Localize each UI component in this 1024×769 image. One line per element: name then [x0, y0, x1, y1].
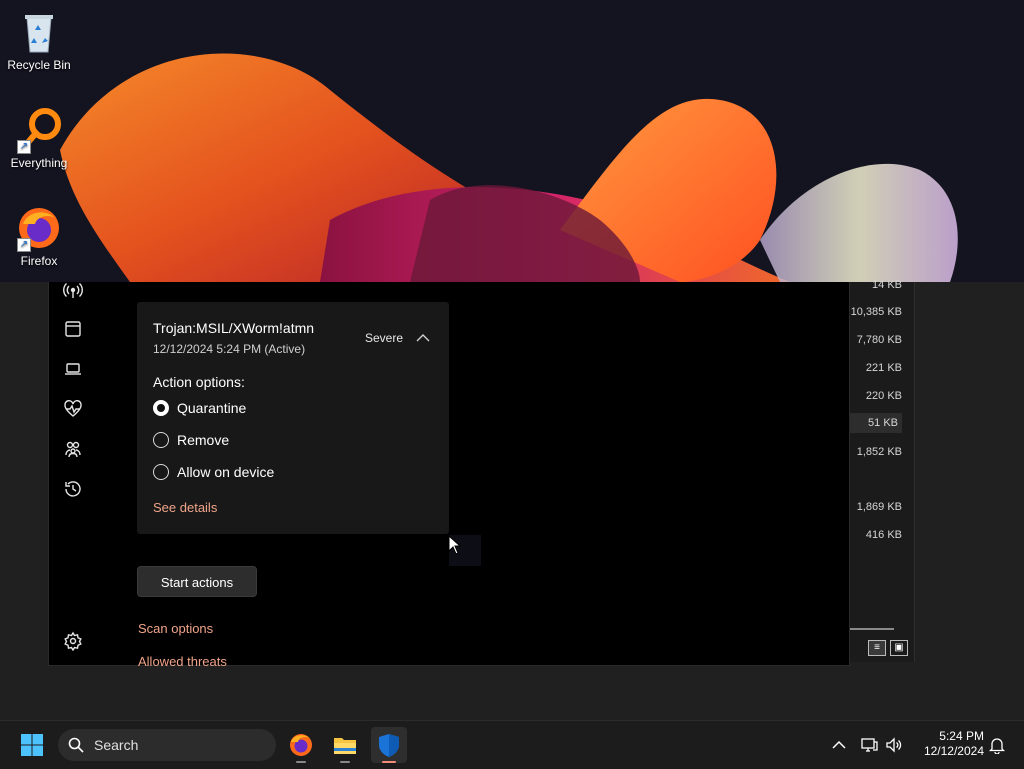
action-options-heading: Action options:: [153, 374, 245, 390]
option-allow-on-device[interactable]: Allow on device: [153, 461, 274, 483]
taskbar: Search 5:24 PM 12/12/2024: [0, 720, 1024, 769]
search-placeholder: Search: [94, 737, 139, 753]
taskbar-firefox[interactable]: [283, 727, 319, 763]
option-label: Allow on device: [177, 464, 275, 480]
everything-search-icon: ↗: [15, 106, 63, 154]
desktop-icon-recycle-bin[interactable]: Recycle Bin: [2, 8, 76, 72]
family-icon[interactable]: [63, 439, 83, 459]
history-icon[interactable]: [63, 479, 83, 499]
file-size: 1,852 KB: [856, 446, 902, 458]
shortcut-arrow-icon: ↗: [17, 238, 31, 252]
recycle-bin-icon: [15, 8, 63, 56]
desktop-icon-everything[interactable]: ↗ Everything: [2, 106, 76, 170]
file-size: 10,385 KB: [850, 306, 902, 318]
app-browser-icon[interactable]: [63, 319, 83, 339]
clock-date: 12/12/2024: [923, 744, 984, 758]
file-size: 1,869 KB: [856, 501, 902, 513]
option-quarantine[interactable]: Quarantine: [153, 397, 246, 419]
desktop-icon-label: Recycle Bin: [7, 58, 71, 72]
running-indicator: [340, 761, 350, 763]
details-view-icon[interactable]: ≡: [868, 640, 886, 656]
file-size-selected[interactable]: 51 KB: [848, 413, 902, 433]
file-explorer-window[interactable]: 14 KB 10,385 KB 7,780 KB 221 KB 220 KB 5…: [848, 279, 915, 662]
desktop-icon-label: Everything: [10, 156, 68, 170]
desktop-wallpaper: [0, 0, 1024, 282]
antenna-icon[interactable]: [63, 280, 83, 300]
settings-icon[interactable]: [63, 631, 83, 652]
large-icons-view-icon[interactable]: ▣: [890, 640, 908, 656]
scan-options-link[interactable]: Scan options: [138, 621, 213, 636]
taskbar-search-box[interactable]: Search: [58, 729, 276, 761]
file-size: 7,780 KB: [856, 334, 902, 346]
search-icon: [68, 737, 84, 753]
see-details-link[interactable]: See details: [153, 500, 217, 515]
option-label: Remove: [177, 432, 230, 448]
threat-detected-date: 12/12/2024 5:24 PM (Active): [153, 342, 306, 356]
notification-bell-icon[interactable]: [988, 736, 1006, 755]
windows-security-icon: [379, 734, 399, 757]
chevron-up-icon[interactable]: [415, 331, 431, 343]
threat-name: Trojan:MSIL/XWorm!atmn: [153, 320, 315, 336]
severity-label: Severe: [365, 331, 404, 345]
radio-allow-on-device[interactable]: [153, 464, 169, 480]
threat-card: Trojan:MSIL/XWorm!atmn 12/12/2024 5:24 P…: [137, 302, 449, 534]
desktop-icon-firefox[interactable]: ↗ Firefox: [2, 204, 76, 268]
health-icon[interactable]: [63, 399, 83, 419]
radio-quarantine[interactable]: [153, 400, 169, 416]
file-size: 220 KB: [865, 390, 902, 402]
device-icon[interactable]: [63, 359, 83, 379]
windows-start-icon[interactable]: [20, 733, 44, 757]
file-size: 14 KB: [872, 279, 902, 291]
running-indicator: [296, 761, 306, 763]
firefox-icon: [290, 734, 312, 756]
navigation-rail: [49, 282, 97, 665]
option-remove[interactable]: Remove: [153, 429, 229, 451]
desktop-icon-label: Firefox: [20, 254, 58, 268]
firefox-icon: ↗: [15, 204, 63, 252]
clock-time: 5:24 PM: [939, 729, 984, 743]
option-label: Quarantine: [177, 400, 247, 416]
file-size: 221 KB: [865, 362, 902, 374]
taskbar-windows-security[interactable]: [371, 727, 407, 763]
taskbar-file-explorer[interactable]: [327, 727, 363, 763]
allowed-threats-link[interactable]: Allowed threats: [138, 654, 227, 669]
chevron-up-icon[interactable]: [830, 736, 848, 754]
active-indicator: [382, 761, 396, 763]
shortcut-arrow-icon: ↗: [17, 140, 31, 154]
windows-security-window: Trojan:MSIL/XWorm!atmn 12/12/2024 5:24 P…: [48, 282, 850, 669]
file-explorer-icon: [334, 738, 356, 754]
volume-icon[interactable]: [885, 736, 903, 754]
radio-remove[interactable]: [153, 432, 169, 448]
network-icon[interactable]: [860, 736, 878, 754]
taskbar-clock[interactable]: 5:24 PM 12/12/2024: [910, 729, 984, 759]
start-actions-button[interactable]: Start actions: [137, 566, 257, 597]
file-size: 416 KB: [865, 529, 902, 541]
mouse-cursor-icon: [448, 534, 462, 555]
horizontal-scrollbar[interactable]: [848, 628, 894, 630]
